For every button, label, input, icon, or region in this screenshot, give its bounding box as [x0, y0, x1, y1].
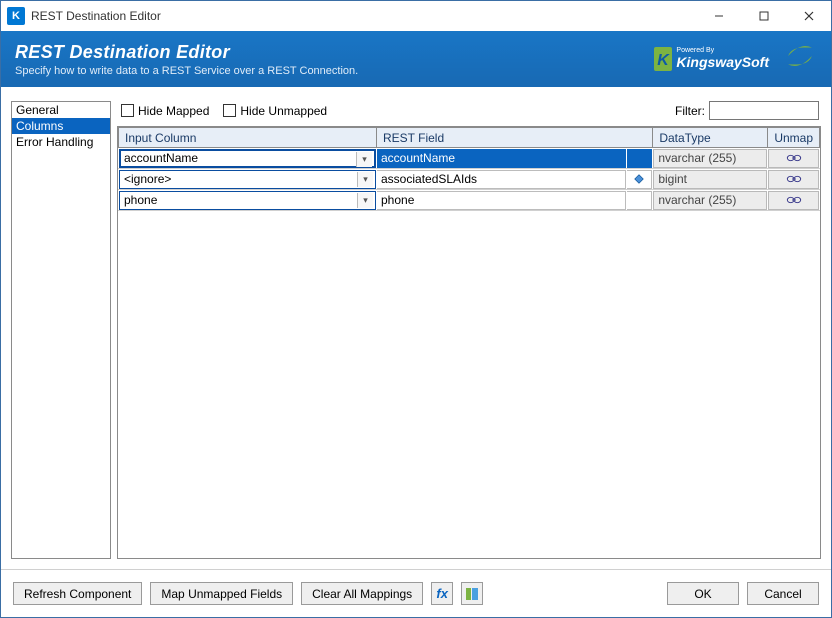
table-row[interactable]: accountName ▾ accountName nvarchar (255): [119, 148, 820, 169]
relation-icon[interactable]: [631, 172, 647, 186]
input-column-value: <ignore>: [124, 172, 171, 186]
refresh-button[interactable]: Refresh Component: [13, 582, 142, 605]
table-row[interactable]: phone ▾ phone nvarchar (255): [119, 190, 820, 211]
sidebar-item-columns[interactable]: Columns: [12, 118, 110, 134]
unmap-icon: [786, 193, 802, 207]
header-input-column[interactable]: Input Column: [119, 128, 377, 148]
table-row[interactable]: <ignore> ▾ associatedSLAIds bigint: [119, 169, 820, 190]
sidebar-item-general[interactable]: General: [12, 102, 110, 118]
svg-text:K: K: [658, 52, 671, 69]
banner-logos: K Powered ByKingswaySoft: [652, 39, 817, 78]
datatype-cell: nvarchar (255): [653, 191, 767, 210]
datatype-value: nvarchar (255): [658, 151, 736, 165]
cancel-button[interactable]: Cancel: [747, 582, 819, 605]
rest-field-value: phone: [381, 193, 414, 207]
close-button[interactable]: [786, 1, 831, 31]
chevron-down-icon: ▾: [357, 172, 373, 187]
banner: REST Destination Editor Specify how to w…: [1, 31, 831, 87]
unmap-icon: [786, 151, 802, 165]
input-column-select[interactable]: <ignore> ▾: [119, 170, 376, 189]
app-icon: K: [7, 7, 25, 25]
unmap-button[interactable]: [768, 149, 819, 168]
rest-field-value: associatedSLAIds: [381, 172, 477, 186]
kingswaysoft-logo: K Powered ByKingswaySoft: [652, 45, 769, 73]
fx-button[interactable]: fx: [431, 582, 453, 605]
map-unmapped-button[interactable]: Map Unmapped Fields: [150, 582, 293, 605]
minimize-button[interactable]: [696, 1, 741, 31]
filter-input[interactable]: [709, 101, 819, 120]
checkbox-box: [121, 104, 134, 117]
sidebar: General Columns Error Handling: [11, 101, 111, 559]
datatype-cell: bigint: [653, 170, 767, 189]
checkbox-box: [223, 104, 236, 117]
rest-field-value: accountName: [381, 151, 455, 165]
unmap-icon: [786, 172, 802, 186]
hide-mapped-checkbox[interactable]: Hide Mapped: [121, 104, 209, 118]
chevron-down-icon: ▾: [356, 152, 372, 167]
input-column-value: accountName: [124, 151, 198, 165]
footer: Refresh Component Map Unmapped Fields Cl…: [1, 569, 831, 617]
swoosh-icon: [783, 39, 817, 78]
window-buttons: [696, 1, 831, 31]
hide-unmapped-label: Hide Unmapped: [240, 104, 327, 118]
input-column-select[interactable]: accountName ▾: [119, 149, 376, 168]
rest-field-cell: associatedSLAIds: [377, 170, 626, 189]
datatype-value: nvarchar (255): [658, 193, 736, 207]
header-datatype[interactable]: DataType: [653, 128, 768, 148]
main: Hide Mapped Hide Unmapped Filter: Input …: [117, 101, 821, 559]
chevron-down-icon: ▾: [357, 193, 373, 208]
link-icon-cell: [627, 191, 652, 210]
rest-field-cell: accountName: [377, 149, 626, 168]
link-icon-cell: [627, 149, 652, 168]
ok-button[interactable]: OK: [667, 582, 739, 605]
unmap-button[interactable]: [768, 170, 819, 189]
header-rest-field[interactable]: REST Field: [377, 128, 653, 148]
unmap-button[interactable]: [768, 191, 819, 210]
hide-mapped-label: Hide Mapped: [138, 104, 209, 118]
input-column-select[interactable]: phone ▾: [119, 191, 376, 210]
filter-label: Filter:: [675, 104, 705, 118]
toolbar: Hide Mapped Hide Unmapped Filter:: [117, 101, 821, 126]
sidebar-item-error-handling[interactable]: Error Handling: [12, 134, 110, 150]
input-column-value: phone: [124, 193, 157, 207]
link-icon-cell: [627, 170, 652, 189]
datatype-value: bigint: [658, 172, 687, 186]
mapping-table: Input Column REST Field DataType Unmap a…: [117, 126, 821, 559]
content: General Columns Error Handling Hide Mapp…: [1, 91, 831, 569]
window-title: REST Destination Editor: [31, 9, 161, 23]
maximize-button[interactable]: [741, 1, 786, 31]
hide-unmapped-checkbox[interactable]: Hide Unmapped: [223, 104, 327, 118]
datatype-cell: nvarchar (255): [653, 149, 767, 168]
filter-block: Filter:: [675, 101, 819, 120]
rest-field-cell: phone: [377, 191, 626, 210]
columns-settings-button[interactable]: [461, 582, 483, 605]
titlebar: K REST Destination Editor: [1, 1, 831, 31]
header-unmap[interactable]: Unmap: [768, 128, 820, 148]
clear-all-button[interactable]: Clear All Mappings: [301, 582, 423, 605]
